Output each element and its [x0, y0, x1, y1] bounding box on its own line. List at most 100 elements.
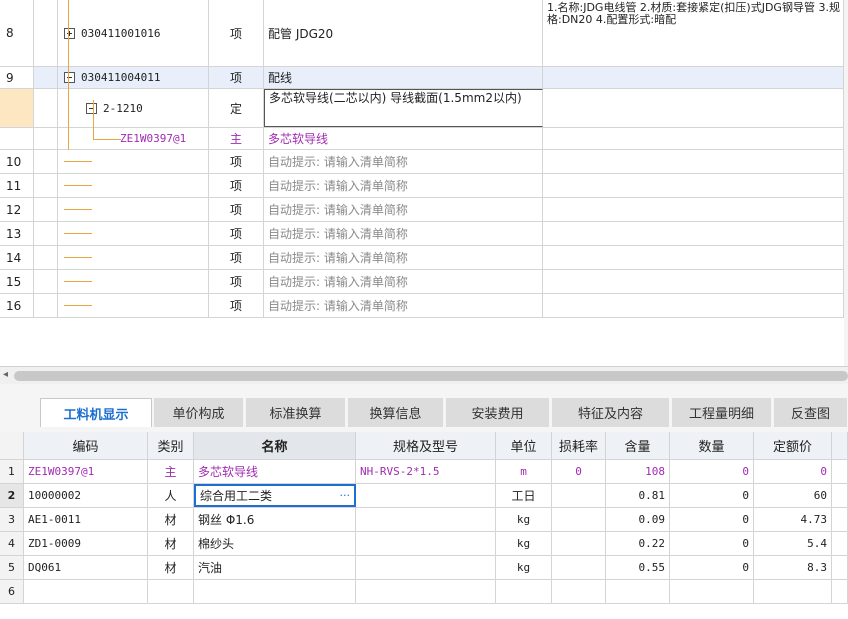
minus-box-icon[interactable] — [86, 102, 97, 114]
item-code-cell[interactable]: 030411001016 — [58, 0, 209, 66]
item-name-placeholder[interactable]: 自动提示: 请输入清单简称 — [264, 222, 543, 245]
resource-name[interactable]: 多芯软导线 — [194, 460, 356, 483]
header-type[interactable]: 类别 — [148, 432, 194, 459]
resource-loss-rate[interactable] — [552, 484, 606, 507]
item-description[interactable] — [543, 128, 844, 149]
item-description[interactable]: 1.名称:JDG电线管 2.材质:套接紧定(扣压)式JDG钢导管 3.规格:DN… — [543, 0, 844, 66]
resource-unit[interactable]: kg — [496, 508, 552, 531]
tab-quantity-details[interactable]: 工程量明细 — [672, 398, 772, 427]
item-name-placeholder[interactable]: 自动提示: 请输入清单简称 — [264, 198, 543, 221]
header-unit[interactable]: 单位 — [496, 432, 552, 459]
tab-unit-price-composition[interactable]: 单价构成 — [154, 398, 244, 427]
table-row[interactable]: ZE1W0397@1 主 多芯软导线 — [0, 128, 848, 150]
resource-quota-price[interactable]: 8.3 — [754, 556, 832, 579]
resource-quota-price[interactable]: 5.4 — [754, 532, 832, 555]
item-description[interactable] — [543, 67, 844, 88]
resource-type[interactable]: 材 — [148, 532, 194, 555]
resource-code[interactable]: ZD1-0009 — [24, 532, 148, 555]
header-content-qty[interactable]: 含量 — [606, 432, 670, 459]
item-description[interactable] — [543, 294, 844, 317]
item-name-editor[interactable]: 多芯软导线(二芯以内) 导线截面(1.5mm2以内) — [264, 89, 543, 127]
header-loss-rate[interactable]: 损耗率 — [552, 432, 606, 459]
resource-code[interactable]: AE1-0011 — [24, 508, 148, 531]
resource-spec[interactable] — [356, 556, 496, 579]
item-name-placeholder[interactable]: 自动提示: 请输入清单简称 — [264, 174, 543, 197]
item-description[interactable] — [543, 198, 844, 221]
resource-loss-rate[interactable] — [552, 532, 606, 555]
resource-type[interactable]: 主 — [148, 460, 194, 483]
table-row[interactable]: 9 030411004011 项 配线 — [0, 67, 848, 89]
resource-content-qty[interactable]: 0.81 — [606, 484, 670, 507]
resource-code[interactable]: DQ061 — [24, 556, 148, 579]
table-row[interactable]: 12 项 自动提示: 请输入清单简称 — [0, 198, 848, 222]
table-row[interactable]: 8 030411001016 项 配管 JDG20 1.名称:JDG电线管 2.… — [0, 0, 848, 67]
table-row[interactable]: 13 项 自动提示: 请输入清单简称 — [0, 222, 848, 246]
resource-name[interactable]: 钢丝 Φ1.6 — [194, 508, 356, 531]
resource-unit[interactable]: m — [496, 460, 552, 483]
item-name-placeholder[interactable]: 自动提示: 请输入清单简称 — [264, 246, 543, 269]
table-row-selected[interactable]: 2-1210 定 多芯软导线(二芯以内) 导线截面(1.5mm2以内) — [0, 89, 848, 128]
resource-content-qty[interactable]: 108 — [606, 460, 670, 483]
resource-quota-price[interactable]: 0 — [754, 460, 832, 483]
resource-name[interactable]: 棉纱头 — [194, 532, 356, 555]
item-code-cell[interactable] — [58, 270, 209, 293]
resource-type[interactable] — [148, 580, 194, 603]
resource-name-editor[interactable]: 综合用工二类 ··· — [194, 484, 356, 507]
ellipsis-icon[interactable]: ··· — [340, 489, 351, 502]
resource-code[interactable]: 10000002 — [24, 484, 148, 507]
table-row[interactable]: 1 ZE1W0397@1 主 多芯软导线 NH-RVS-2*1.5 m 0 10… — [0, 460, 848, 484]
item-name[interactable]: 多芯软导线 — [264, 128, 543, 149]
resource-loss-rate[interactable]: 0 — [552, 460, 606, 483]
resource-quota-price[interactable] — [754, 580, 832, 603]
tab-installation-fees[interactable]: 安装费用 — [446, 398, 550, 427]
item-code-cell[interactable] — [58, 294, 209, 317]
item-name[interactable]: 配线 — [264, 67, 543, 88]
table-row[interactable]: 16 项 自动提示: 请输入清单简称 — [0, 294, 848, 318]
item-description[interactable] — [543, 246, 844, 269]
table-row[interactable]: 11 项 自动提示: 请输入清单简称 — [0, 174, 848, 198]
resource-spec[interactable] — [356, 484, 496, 507]
table-row[interactable]: 14 项 自动提示: 请输入清单简称 — [0, 246, 848, 270]
tab-standard-conversion[interactable]: 标准换算 — [246, 398, 346, 427]
resource-type[interactable]: 材 — [148, 556, 194, 579]
resource-spec[interactable] — [356, 532, 496, 555]
item-description[interactable] — [543, 89, 844, 127]
item-code-cell[interactable] — [58, 174, 209, 197]
item-description[interactable] — [543, 150, 844, 173]
resource-unit[interactable]: kg — [496, 556, 552, 579]
resource-code[interactable] — [24, 580, 148, 603]
resource-type[interactable]: 材 — [148, 508, 194, 531]
table-row[interactable]: 6 — [0, 580, 848, 604]
item-code-cell[interactable] — [58, 198, 209, 221]
item-description[interactable] — [543, 270, 844, 293]
tab-reverse-lookup[interactable]: 反查图 — [774, 398, 848, 427]
plus-box-icon[interactable] — [64, 27, 75, 39]
resource-content-qty[interactable]: 0.09 — [606, 508, 670, 531]
tab-conversion-info[interactable]: 换算信息 — [348, 398, 444, 427]
resource-content-qty[interactable] — [606, 580, 670, 603]
scroll-left-icon[interactable]: ◂ — [3, 369, 8, 380]
table-row[interactable]: 4 ZD1-0009 材 棉纱头 kg 0.22 0 5.4 — [0, 532, 848, 556]
scrollbar-thumb[interactable] — [14, 371, 848, 381]
table-row[interactable]: 10 项 自动提示: 请输入清单简称 — [0, 150, 848, 174]
resource-unit[interactable] — [496, 580, 552, 603]
tab-features-content[interactable]: 特征及内容 — [552, 398, 670, 427]
item-description[interactable] — [543, 222, 844, 245]
item-name-placeholder[interactable]: 自动提示: 请输入清单简称 — [264, 294, 543, 317]
tab-labor-material-machine[interactable]: 工料机显示 — [40, 398, 152, 427]
resource-content-qty[interactable]: 0.55 — [606, 556, 670, 579]
table-row-selected[interactable]: 2 10000002 人 综合用工二类 ··· 工日 0.81 0 60 — [0, 484, 848, 508]
resource-spec[interactable] — [356, 580, 496, 603]
header-spec[interactable]: 规格及型号 — [356, 432, 496, 459]
resource-spec[interactable]: NH-RVS-2*1.5 — [356, 460, 496, 483]
header-quota-price[interactable]: 定额价 — [754, 432, 832, 459]
table-row[interactable]: 5 DQ061 材 汽油 kg 0.55 0 8.3 — [0, 556, 848, 580]
resource-name[interactable] — [194, 580, 356, 603]
resource-unit[interactable]: kg — [496, 532, 552, 555]
horizontal-scrollbar[interactable]: ◂ — [0, 366, 848, 384]
resource-type[interactable]: 人 — [148, 484, 194, 507]
item-code-cell[interactable] — [58, 246, 209, 269]
item-name-placeholder[interactable]: 自动提示: 请输入清单简称 — [264, 150, 543, 173]
resource-loss-rate[interactable] — [552, 556, 606, 579]
table-row[interactable]: 3 AE1-0011 材 钢丝 Φ1.6 kg 0.09 0 4.73 — [0, 508, 848, 532]
